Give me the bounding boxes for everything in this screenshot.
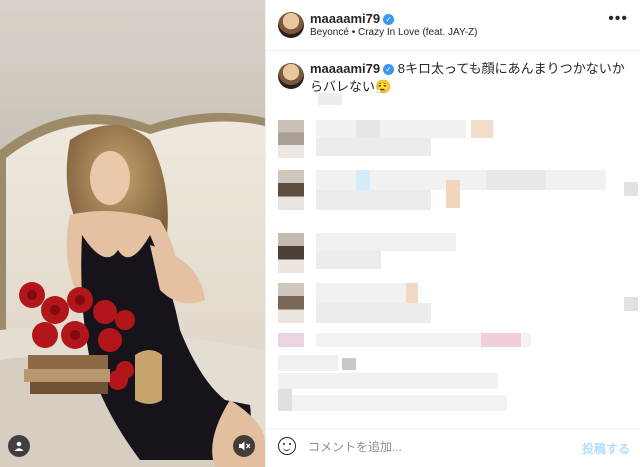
post-header: maaaami79 ✓ Beyoncé • Crazy In Love (feat… — [266, 0, 640, 51]
caption-emoji: 😮‍💨 — [375, 79, 392, 94]
muted-speaker-icon — [238, 441, 250, 451]
verified-badge-icon: ✓ — [383, 64, 395, 75]
photo-image — [0, 0, 265, 467]
header-username[interactable]: maaaami79 — [310, 11, 380, 26]
comment-composer: 投稿する — [266, 428, 640, 467]
caption-avatar[interactable] — [278, 63, 304, 89]
user-tag-icon — [14, 441, 24, 451]
post-details-panel: maaaami79 ✓ Beyoncé • Crazy In Love (feat… — [265, 0, 640, 467]
post-comment-button[interactable]: 投稿する — [582, 440, 630, 457]
post-dialog: maaaami79 ✓ Beyoncé • Crazy In Love (feat… — [0, 0, 640, 467]
audio-track-link[interactable]: Beyoncé • Crazy In Love (feat. JAY-Z) — [310, 27, 477, 38]
emoji-icon[interactable] — [278, 437, 296, 455]
header-username-row: maaaami79 ✓ — [310, 11, 395, 26]
caption: maaaami79 ✓ 8キロ太っても顔にあんまりつかないからバレない😮‍💨 — [310, 60, 632, 96]
more-options-icon[interactable]: ••• — [608, 11, 628, 27]
mute-button[interactable] — [233, 435, 255, 457]
post-media[interactable] — [0, 0, 265, 467]
verified-badge-icon: ✓ — [383, 14, 395, 25]
comment-input[interactable] — [308, 440, 568, 454]
avatar[interactable] — [278, 12, 304, 38]
caption-username[interactable]: maaaami79 — [310, 61, 380, 76]
user-tag-button[interactable] — [8, 435, 30, 457]
